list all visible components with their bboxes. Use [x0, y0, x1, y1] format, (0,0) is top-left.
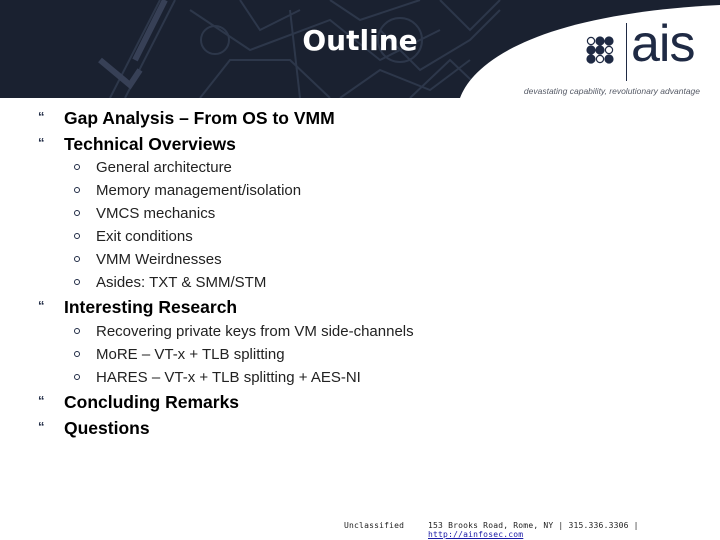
- outline-subitem: General architecture: [0, 159, 600, 181]
- outline-subitem: Asides: TXT & SMM/STM: [0, 274, 600, 296]
- outline-subitem: Recovering private keys from VM side-cha…: [0, 323, 600, 345]
- circle-bullet-icon: [74, 351, 80, 357]
- outline-item-label: Gap Analysis – From OS to VMM: [64, 108, 335, 128]
- website-link[interactable]: http://ainfosec.com: [428, 530, 523, 539]
- outline-subitem: Memory management/isolation: [0, 182, 600, 204]
- outline-item-label: Questions: [64, 418, 150, 438]
- footer-contact: 153 Brooks Road, Rome, NY | 315.336.3306…: [428, 521, 720, 539]
- outline-subitem: VMM Weirdnesses: [0, 251, 600, 273]
- logo-wordmark: ais: [631, 15, 695, 73]
- outline-subitem-label: HARES – VT-x + TLB splitting + AES-NI: [96, 369, 361, 386]
- ais-logo: ais: [586, 15, 706, 90]
- circle-bullet-icon: [74, 374, 80, 380]
- outline-item-label: Interesting Research: [64, 297, 238, 317]
- quote-bullet-icon: “: [38, 419, 45, 434]
- outline-subitem: MoRE – VT-x + TLB splitting: [0, 346, 600, 368]
- quote-bullet-icon: “: [38, 135, 45, 150]
- outline-subitem: Exit conditions: [0, 228, 600, 250]
- outline-subitem-label: VMCS mechanics: [96, 205, 216, 222]
- outline-subitem-label: Recovering private keys from VM side-cha…: [96, 323, 414, 340]
- circle-bullet-icon: [74, 233, 80, 239]
- quote-bullet-icon: “: [38, 109, 45, 124]
- outline-item: “ Concluding Remarks: [0, 392, 600, 418]
- outline-item: “ Questions: [0, 418, 600, 444]
- outline-subitem-label: MoRE – VT-x + TLB splitting: [96, 346, 285, 363]
- outline-item-label: Technical Overviews: [64, 134, 236, 154]
- outline-item: “ Technical Overviews: [0, 134, 600, 160]
- quote-bullet-icon: “: [38, 298, 45, 313]
- logo-divider: [626, 23, 627, 81]
- outline-item: “ Gap Analysis – From OS to VMM: [0, 108, 600, 134]
- logo-dot-grid-icon: [586, 36, 614, 64]
- outline-subitem-label: Exit conditions: [96, 228, 193, 245]
- outline-subitem-label: Asides: TXT & SMM/STM: [96, 274, 267, 291]
- circle-bullet-icon: [74, 279, 80, 285]
- outline-subitem-label: VMM Weirdnesses: [96, 251, 222, 268]
- classification-label: Unclassified: [344, 521, 405, 530]
- circle-bullet-icon: [74, 164, 80, 170]
- brand-tagline: devastating capability, revolutionary ad…: [523, 86, 700, 96]
- outline-subitem-label: Memory management/isolation: [96, 182, 302, 199]
- circle-bullet-icon: [74, 187, 80, 193]
- footer-address: 153 Brooks Road, Rome, NY | 315.336.3306…: [428, 521, 639, 530]
- outline-subitem-label: General architecture: [96, 159, 232, 176]
- outline-item: “ Interesting Research: [0, 297, 600, 323]
- outline-subitem: VMCS mechanics: [0, 205, 600, 227]
- circle-bullet-icon: [74, 210, 80, 216]
- circle-bullet-icon: [74, 256, 80, 262]
- quote-bullet-icon: “: [38, 393, 45, 408]
- circle-bullet-icon: [74, 328, 80, 334]
- outline-item-label: Concluding Remarks: [64, 392, 240, 412]
- outline-subitem: HARES – VT-x + TLB splitting + AES-NI: [0, 369, 600, 391]
